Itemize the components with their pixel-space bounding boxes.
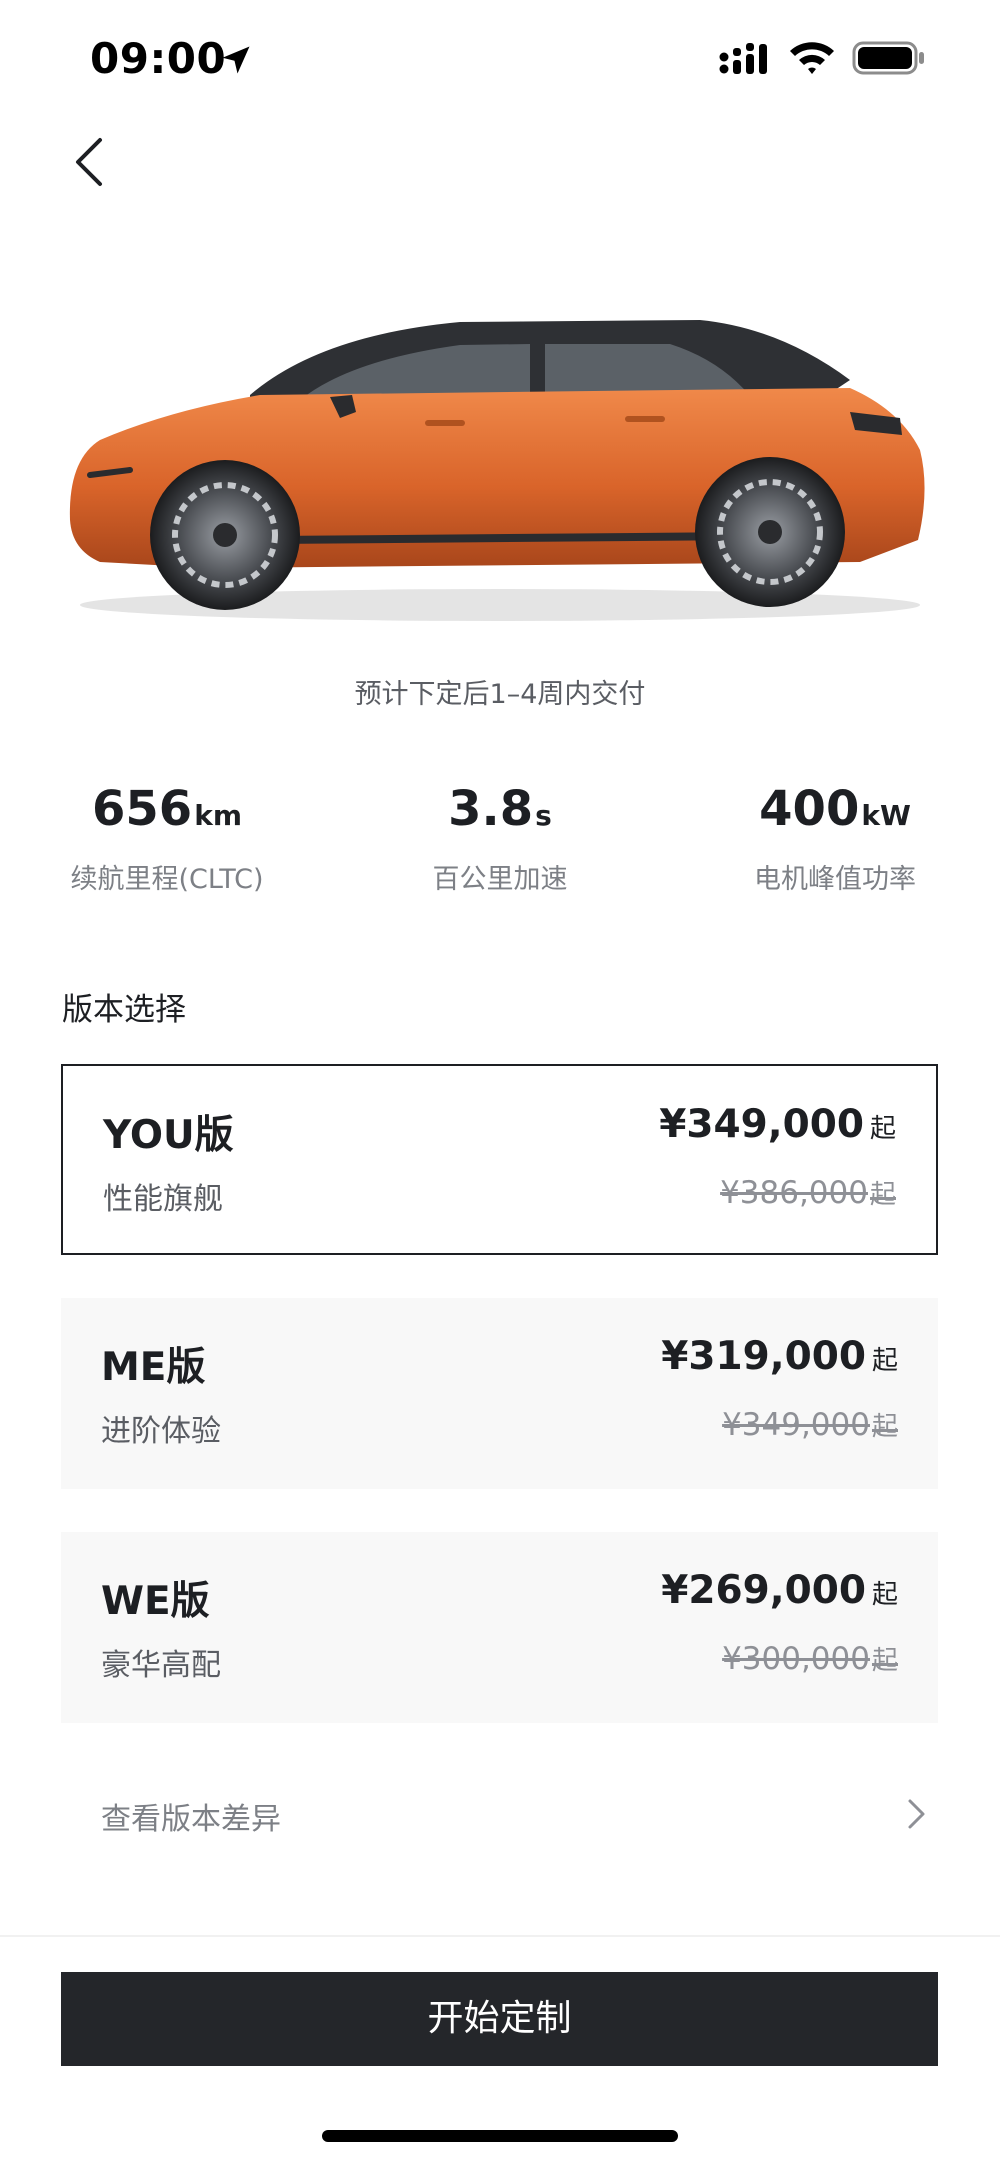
version-price: ¥349,000 起: [659, 1102, 896, 1147]
spec-range: 656km 续航里程(CLTC): [62, 780, 272, 896]
spec-unit: s: [535, 799, 552, 832]
spec-value: 3.8: [448, 781, 534, 837]
spec-label: 电机峰值功率: [754, 864, 916, 895]
version-desc: 豪华高配: [101, 1648, 221, 1683]
location-arrow-icon: [222, 46, 250, 74]
status-bar: 09:00: [0, 0, 1000, 120]
spec-label: 续航里程(CLTC): [70, 864, 264, 895]
back-button[interactable]: [62, 132, 112, 192]
version-desc: 性能旗舰: [103, 1182, 223, 1217]
price-value: ¥269,000: [661, 1568, 866, 1613]
version-card-you[interactable]: YOU版 性能旗舰 ¥349,000 起 ¥386,000起: [61, 1064, 938, 1255]
bottom-divider: [0, 1935, 1000, 1937]
original-price-value: ¥300,000: [722, 1641, 870, 1677]
car-image: [69, 320, 925, 621]
status-time: 09:00: [90, 34, 227, 83]
original-price-value: ¥386,000: [720, 1175, 868, 1211]
compare-versions-link[interactable]: 查看版本差异: [61, 1776, 938, 1852]
spec-unit: kW: [861, 799, 911, 832]
chevron-left-icon: [76, 138, 102, 186]
start-customize-button[interactable]: 开始定制: [61, 1972, 938, 2066]
price-suffix: 起: [869, 1114, 896, 1144]
delivery-note: 预计下定后1–4周内交付: [354, 679, 646, 710]
spec-label: 百公里加速: [432, 864, 568, 895]
wifi-icon: [790, 42, 834, 74]
version-name: ME版: [101, 1345, 206, 1390]
version-name: YOU版: [103, 1113, 234, 1158]
version-name: WE版: [101, 1579, 210, 1624]
original-price-suffix: 起: [869, 1180, 896, 1210]
cellular-signal-icon: [719, 43, 767, 74]
price-suffix: 起: [871, 1580, 898, 1610]
spec-acceleration: 3.8s 百公里加速: [400, 780, 600, 896]
version-section-title: 版本选择: [62, 992, 186, 1028]
spec-value: 400: [759, 781, 860, 837]
version-original-price: ¥300,000起: [722, 1640, 898, 1677]
price-value: ¥349,000: [659, 1102, 864, 1147]
version-card-we[interactable]: WE版 豪华高配 ¥269,000 起 ¥300,000起: [61, 1532, 938, 1723]
spec-unit: km: [194, 799, 242, 832]
price-value: ¥319,000: [661, 1334, 866, 1379]
battery-icon: [852, 41, 924, 75]
original-price-suffix: 起: [871, 1412, 898, 1442]
version-card-me[interactable]: ME版 进阶体验 ¥319,000 起 ¥349,000起: [61, 1298, 938, 1489]
version-price: ¥319,000 起: [661, 1334, 898, 1379]
home-indicator: [322, 2130, 678, 2142]
version-original-price: ¥349,000起: [722, 1406, 898, 1443]
version-price: ¥269,000 起: [661, 1568, 898, 1613]
version-original-price: ¥386,000起: [720, 1174, 896, 1211]
version-desc: 进阶体验: [101, 1414, 221, 1449]
compare-versions-label: 查看版本差异: [101, 1802, 281, 1837]
spec-power: 400kW 电机峰值功率: [735, 780, 935, 896]
price-suffix: 起: [871, 1346, 898, 1376]
spec-value: 656: [92, 781, 193, 837]
original-price-value: ¥349,000: [722, 1407, 870, 1443]
spec-summary: 656km 续航里程(CLTC) 3.8s 百公里加速 400kW 电机峰值功率: [0, 780, 1000, 900]
chevron-right-icon: [908, 1799, 925, 1829]
original-price-suffix: 起: [871, 1646, 898, 1676]
